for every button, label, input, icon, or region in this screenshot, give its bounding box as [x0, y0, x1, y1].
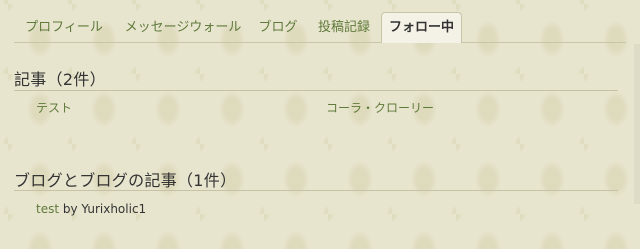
tab-contributions[interactable]: 投稿記録	[312, 13, 376, 43]
blog-post-author: by Yurixholic1	[59, 202, 147, 216]
tab-bar: プロフィール メッセージウォール ブログ 投稿記録 フォロー中	[0, 0, 640, 43]
article-link-cora-crawley[interactable]: コーラ・クローリー	[326, 99, 434, 116]
blog-list-item: test by Yurixholic1	[36, 202, 146, 216]
tab-profile[interactable]: プロフィール	[18, 13, 110, 43]
blogs-section-title: ブログとブログの記事（1件）	[14, 171, 237, 190]
articles-section-title: 記事（2件）	[14, 70, 106, 89]
article-link-test[interactable]: テスト	[36, 99, 72, 116]
blogs-divider	[14, 190, 618, 191]
scrollbar[interactable]	[634, 44, 640, 204]
tab-message-wall[interactable]: メッセージウォール	[119, 13, 247, 43]
tab-blog[interactable]: ブログ	[254, 13, 302, 43]
tab-following[interactable]: フォロー中	[381, 12, 462, 43]
articles-divider	[14, 90, 618, 91]
blog-post-link[interactable]: test	[36, 202, 59, 216]
